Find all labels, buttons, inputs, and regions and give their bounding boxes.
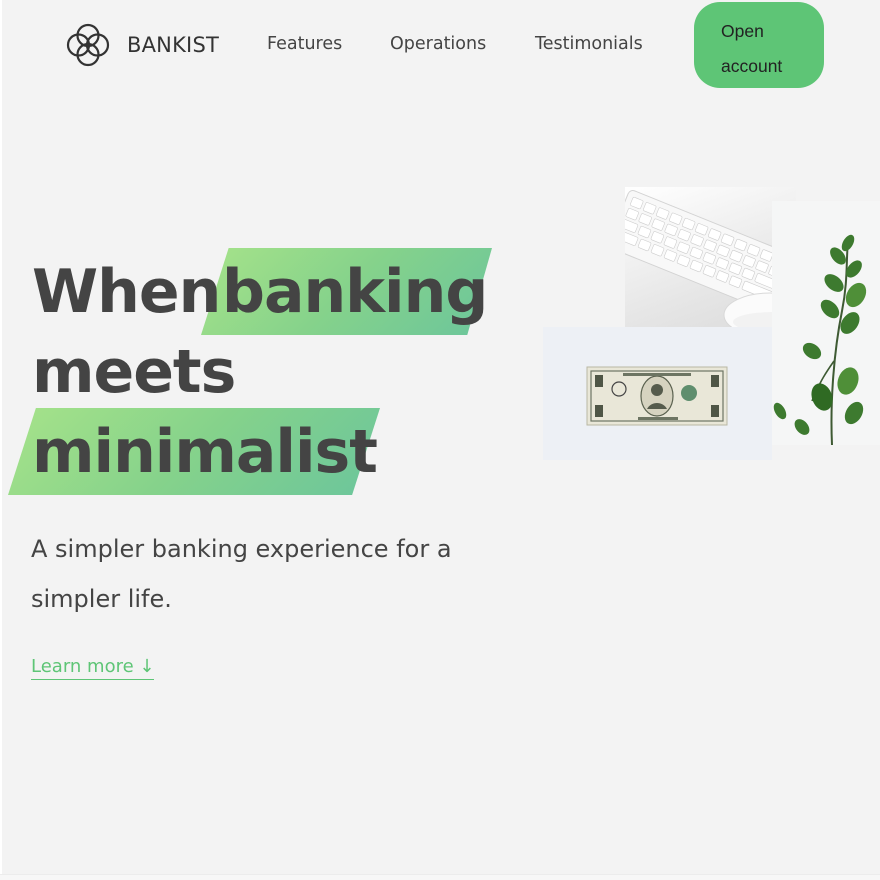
hero-word-when: When — [32, 257, 221, 327]
four-petal-flower-logo-icon — [63, 20, 113, 70]
one-dollar-bill-photo — [543, 327, 772, 460]
eucalyptus-plant-photo — [772, 201, 880, 445]
open-account-label-line1: Open — [721, 21, 764, 41]
left-edge-border — [0, 0, 2, 880]
nav-link-operations[interactable]: Operations — [390, 34, 486, 54]
section-divider — [0, 874, 880, 880]
hero-subtitle: A simpler banking experience for a simpl… — [31, 535, 452, 613]
nav-link-testimonials[interactable]: Testimonials — [535, 34, 643, 54]
hero-word-meets: meets — [32, 337, 236, 407]
brand-logo[interactable]: BANKIST — [63, 20, 219, 70]
hero-word-banking: banking — [222, 257, 488, 327]
open-account-button[interactable]: Open account — [694, 2, 824, 88]
learn-more-link[interactable]: Learn more ↓ — [31, 656, 155, 680]
page: BANKIST Features Operations Testimonials… — [0, 0, 880, 880]
keyboard-and-mouse-photo — [625, 187, 796, 347]
open-account-label-line2: account — [721, 56, 783, 76]
brand-name: BANKIST — [127, 33, 220, 57]
nav-link-features[interactable]: Features — [267, 34, 342, 54]
hero-word-minimalist: minimalist — [32, 417, 378, 487]
